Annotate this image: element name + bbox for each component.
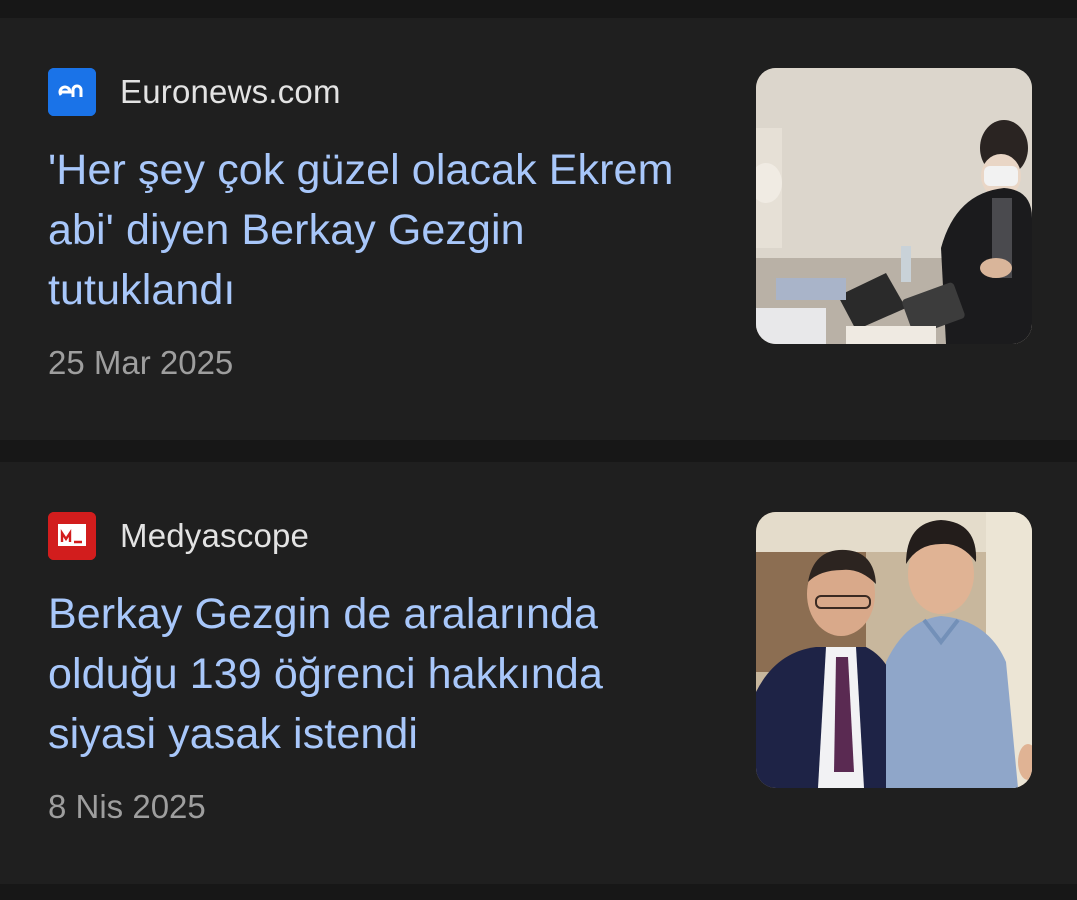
source-row: Euronews.com [48,68,341,116]
article-thumbnail[interactable] [756,68,1032,344]
source-row: Medyascope [48,512,309,560]
source-name[interactable]: Euronews.com [120,73,341,111]
divider [0,440,1077,462]
article-date: 25 Mar 2025 [48,344,234,381]
divider [0,0,1077,18]
article-thumbnail[interactable] [756,512,1032,788]
article-date: 8 Nis 2025 [48,788,206,825]
medyascope-logo-icon [48,512,96,560]
news-feed: Euronews.com 'Her şey çok güzel olacak E… [0,0,1077,900]
divider [0,884,1077,900]
euronews-logo-icon [48,68,96,116]
source-name[interactable]: Medyascope [120,517,309,555]
article-headline[interactable]: Berkay Gezgin de aralarında olduğu 139 ö… [48,584,698,764]
news-card[interactable]: Medyascope Berkay Gezgin de aralarında o… [0,462,1077,884]
article-headline[interactable]: 'Her şey çok güzel olacak Ekrem abi' diy… [48,140,698,320]
news-card[interactable]: Euronews.com 'Her şey çok güzel olacak E… [0,18,1077,440]
